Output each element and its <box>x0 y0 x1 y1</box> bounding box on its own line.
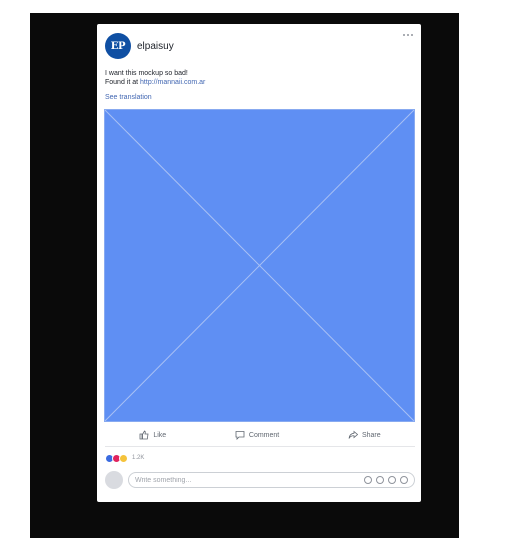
post-text: I want this mockup so bad! Found it at h… <box>105 69 205 87</box>
like-label: Like <box>153 431 167 439</box>
comment-icon <box>235 431 245 440</box>
user-avatar <box>105 471 123 489</box>
page-name[interactable]: elpaisuy <box>137 41 174 52</box>
reaction-count: 1.2K <box>132 455 145 461</box>
comment-input[interactable] <box>135 476 360 484</box>
post-link[interactable]: http://mannaii.com.ar <box>140 79 205 86</box>
post-image-placeholder[interactable] <box>104 109 415 422</box>
comment-button[interactable]: Comment <box>235 430 279 440</box>
camera-icon[interactable] <box>376 476 384 484</box>
thumbs-up-icon <box>139 430 149 440</box>
more-options-icon[interactable] <box>403 34 413 36</box>
gif-icon[interactable] <box>388 476 396 484</box>
image-placeholder-cross <box>105 110 414 421</box>
comment-attachment-icons <box>360 476 408 484</box>
comment-box[interactable] <box>128 472 415 488</box>
page-logo[interactable]: EP <box>105 33 131 59</box>
sticker-icon[interactable] <box>400 476 408 484</box>
comment-label: Comment <box>248 431 280 439</box>
emoji-icon[interactable] <box>364 476 372 484</box>
share-icon <box>348 430 358 439</box>
post-text-prefix: Found it at <box>105 79 141 86</box>
share-button[interactable]: Share <box>348 430 381 440</box>
comment-composer <box>105 470 415 490</box>
post-header: EP elpaisuy <box>105 33 174 59</box>
post-text-line-1: I want this mockup so bad! <box>105 70 188 77</box>
post-card: EP elpaisuy I want this mockup so bad! F… <box>97 24 421 502</box>
share-label: Share <box>361 431 381 439</box>
post-text-line-2: Found it at http://mannaii.com.ar <box>105 78 205 87</box>
reactions-summary[interactable]: 1.2K <box>105 452 144 464</box>
post-actions-bar: Like Comment Share <box>105 424 415 447</box>
see-translation-link[interactable]: See translation <box>105 94 152 101</box>
page-logo-text: EP <box>110 40 126 52</box>
haha-reaction-icon <box>119 453 128 463</box>
like-button[interactable]: Like <box>139 430 166 440</box>
